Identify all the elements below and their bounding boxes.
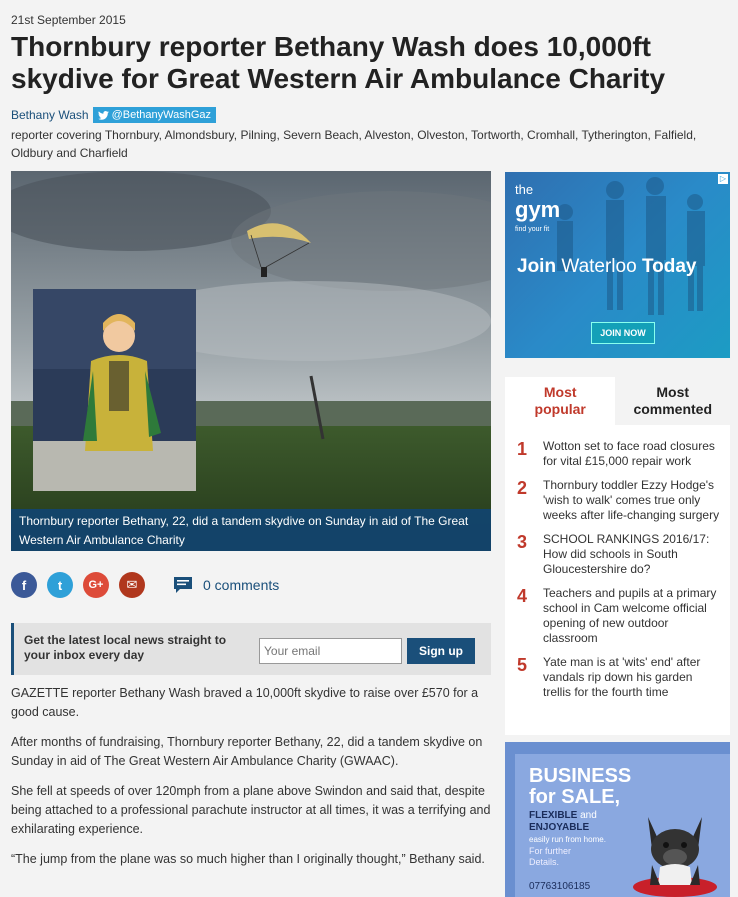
comments-count: 0 comments <box>203 577 280 593</box>
twitter-icon: t <box>57 577 63 593</box>
business-ad-details: For further Details. <box>529 846 571 868</box>
popular-rank: 4 <box>517 586 528 606</box>
tab-most-commented[interactable]: Most commented <box>615 377 730 425</box>
business-for-sale-advert[interactable]: BUSINESS for SALE, FLEXIBLE and ENJOYABL… <box>505 742 730 897</box>
comment-icon <box>174 577 192 593</box>
most-popular-widget: Most popular Most commented 1 Wotton set… <box>505 377 730 735</box>
gym-join-word: Join <box>517 256 557 277</box>
popular-item[interactable]: 3 SCHOOL RANKINGS 2016/17: How did schoo… <box>517 532 722 577</box>
comments-link[interactable]: 0 comments <box>173 576 279 594</box>
googleplus-icon: G+ <box>88 579 104 591</box>
newsletter-signup: Get the latest local news straight to yo… <box>11 623 491 675</box>
popular-tabs: Most popular Most commented <box>505 377 730 425</box>
article-paragraph: “The jump from the plane was so much hig… <box>11 852 485 866</box>
popular-title: Thornbury toddler Ezzy Hodge's 'wish to … <box>543 478 720 522</box>
popular-rank: 3 <box>517 532 528 552</box>
gym-place: Waterloo <box>561 256 637 277</box>
gym-headline: Join Waterloo Today <box>517 256 697 278</box>
gym-today-word: Today <box>641 256 697 277</box>
business-ad-line1: BUSINESS <box>529 765 632 787</box>
email-input[interactable] <box>259 638 402 664</box>
newsletter-prompt: Get the latest local news straight to yo… <box>24 633 227 662</box>
hero-image[interactable]: Thornbury reporter Bethany, 22, did a ta… <box>11 171 491 551</box>
twitter-follow-badge[interactable]: @BethanyWashGaz <box>92 107 217 123</box>
twitter-handle: @BethanyWashGaz <box>111 109 212 121</box>
article-paragraph: She fell at speeds of over 120mph from a… <box>11 784 491 836</box>
googleplus-share-button[interactable]: G+ <box>83 572 109 598</box>
skydive-photo <box>11 171 491 551</box>
popular-rank: 5 <box>517 655 528 675</box>
business-ad-line2: for SALE, <box>529 786 621 808</box>
gym-logo-tagline: find your fit <box>515 226 550 233</box>
facebook-icon: f <box>21 577 27 593</box>
twitter-share-button[interactable]: t <box>47 572 73 598</box>
byline: Bethany Wash @BethanyWashGaz <box>11 107 217 123</box>
article-date: 21st September 2015 <box>11 13 126 27</box>
business-ad-phone: 07763106185 <box>529 881 591 892</box>
author-bio: reporter covering Thornbury, Almondsbury… <box>11 128 697 160</box>
author-link[interactable]: Bethany Wash <box>11 108 89 122</box>
dog-image <box>633 817 717 897</box>
business-ad-and: and <box>580 810 597 821</box>
article-paragraph: After months of fundraising, Thornbury r… <box>11 735 483 768</box>
business-ad-panel: BUSINESS for SALE, FLEXIBLE and ENJOYABL… <box>515 754 730 897</box>
gym-logo-line2: gym <box>515 197 561 222</box>
business-ad-line5: easily run from home. <box>529 835 606 844</box>
business-ad-line7: Details. <box>529 857 560 867</box>
facebook-share-button[interactable]: f <box>11 572 37 598</box>
popular-list: 1 Wotton set to face road closures for v… <box>505 425 730 700</box>
business-ad-line6: For further <box>529 846 572 856</box>
twitter-icon <box>97 110 109 120</box>
tab-most-popular[interactable]: Most popular <box>505 377 616 425</box>
business-ad-features: FLEXIBLE and ENJOYABLE easily run from h… <box>529 810 606 846</box>
email-icon: ✉ <box>126 577 138 592</box>
popular-title: Wotton set to face road closures for vit… <box>543 439 715 468</box>
article-paragraph: GAZETTE reporter Bethany Wash braved a 1… <box>11 686 479 719</box>
popular-item[interactable]: 1 Wotton set to face road closures for v… <box>517 439 722 469</box>
popular-title: Yate man is at 'wits' end' after vandals… <box>543 655 701 699</box>
adchoices-icon[interactable]: ▷ <box>718 174 728 184</box>
business-ad-line3: FLEXIBLE <box>529 810 578 821</box>
popular-rank: 1 <box>517 439 528 459</box>
popular-item[interactable]: 4 Teachers and pupils at a primary schoo… <box>517 586 722 646</box>
popular-item[interactable]: 2 Thornbury toddler Ezzy Hodge's 'wish t… <box>517 478 722 523</box>
popular-item[interactable]: 5 Yate man is at 'wits' end' after vanda… <box>517 655 722 700</box>
gym-advert[interactable]: the gym find your fit Join Waterloo Toda… <box>505 172 730 358</box>
article-headline: Thornbury reporter Bethany Wash does 10,… <box>11 31 666 94</box>
share-bar: f t G+ ✉ 0 comments <box>11 572 279 598</box>
business-ad-line4: ENJOYABLE <box>529 822 590 833</box>
business-ad-heading: BUSINESS for SALE, <box>529 766 631 808</box>
email-share-button[interactable]: ✉ <box>119 572 145 598</box>
article-body: GAZETTE reporter Bethany Wash braved a 1… <box>11 684 491 880</box>
image-caption: Thornbury reporter Bethany, 22, did a ta… <box>11 509 491 551</box>
popular-title: SCHOOL RANKINGS 2016/17: How did schools… <box>543 532 710 576</box>
popular-title: Teachers and pupils at a primary school … <box>543 586 717 645</box>
popular-rank: 2 <box>517 478 528 498</box>
gym-logo: the gym find your fit <box>515 180 560 240</box>
gym-join-now-button[interactable]: JOIN NOW <box>591 322 655 344</box>
signup-button[interactable]: Sign up <box>407 638 475 664</box>
